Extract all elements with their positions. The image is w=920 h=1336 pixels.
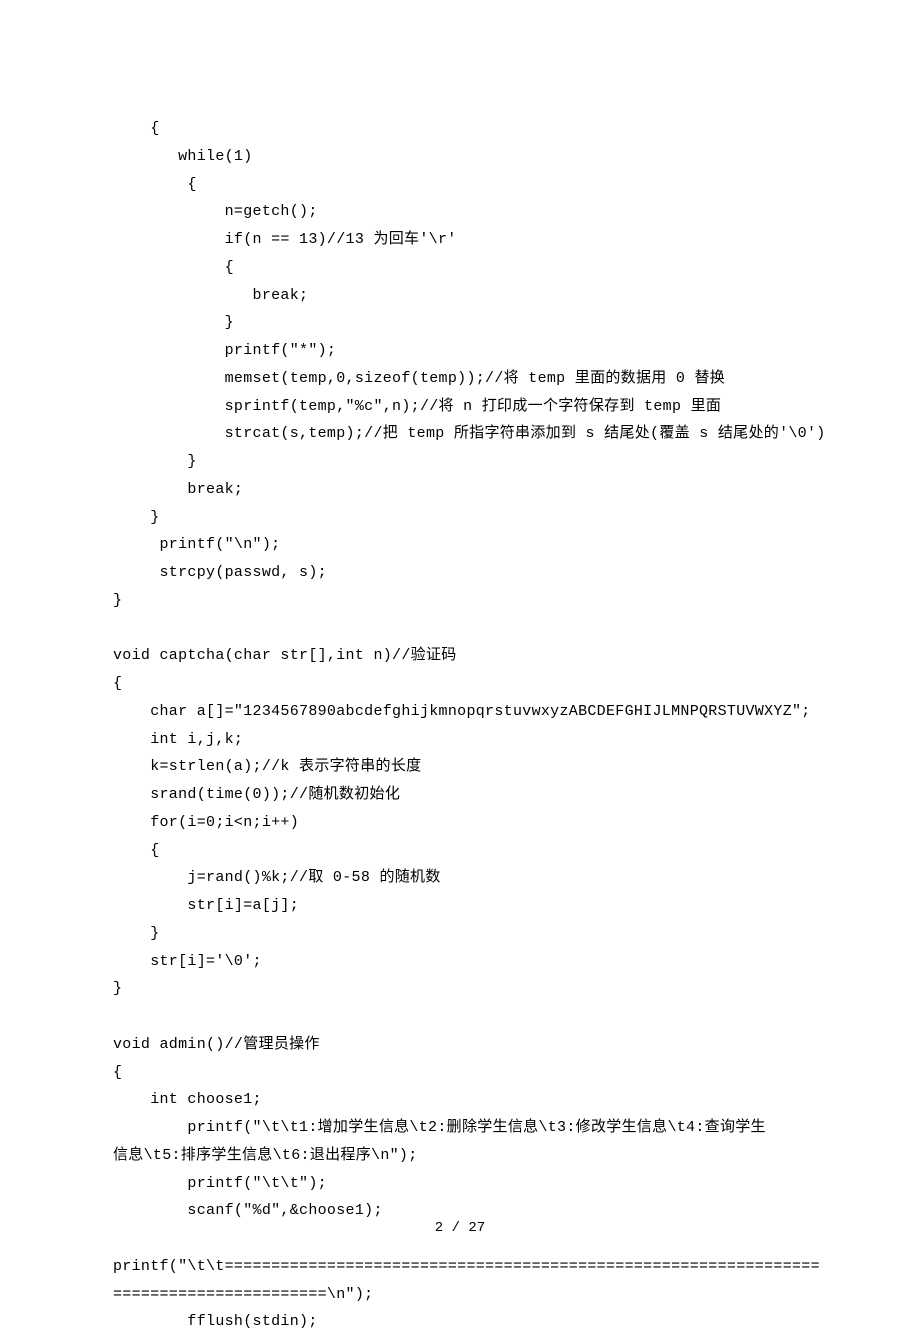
code-content: { while(1) { n=getch(); if(n == 13)//13 … (113, 115, 807, 1336)
page-number-footer: 2 / 27 (0, 1216, 920, 1242)
